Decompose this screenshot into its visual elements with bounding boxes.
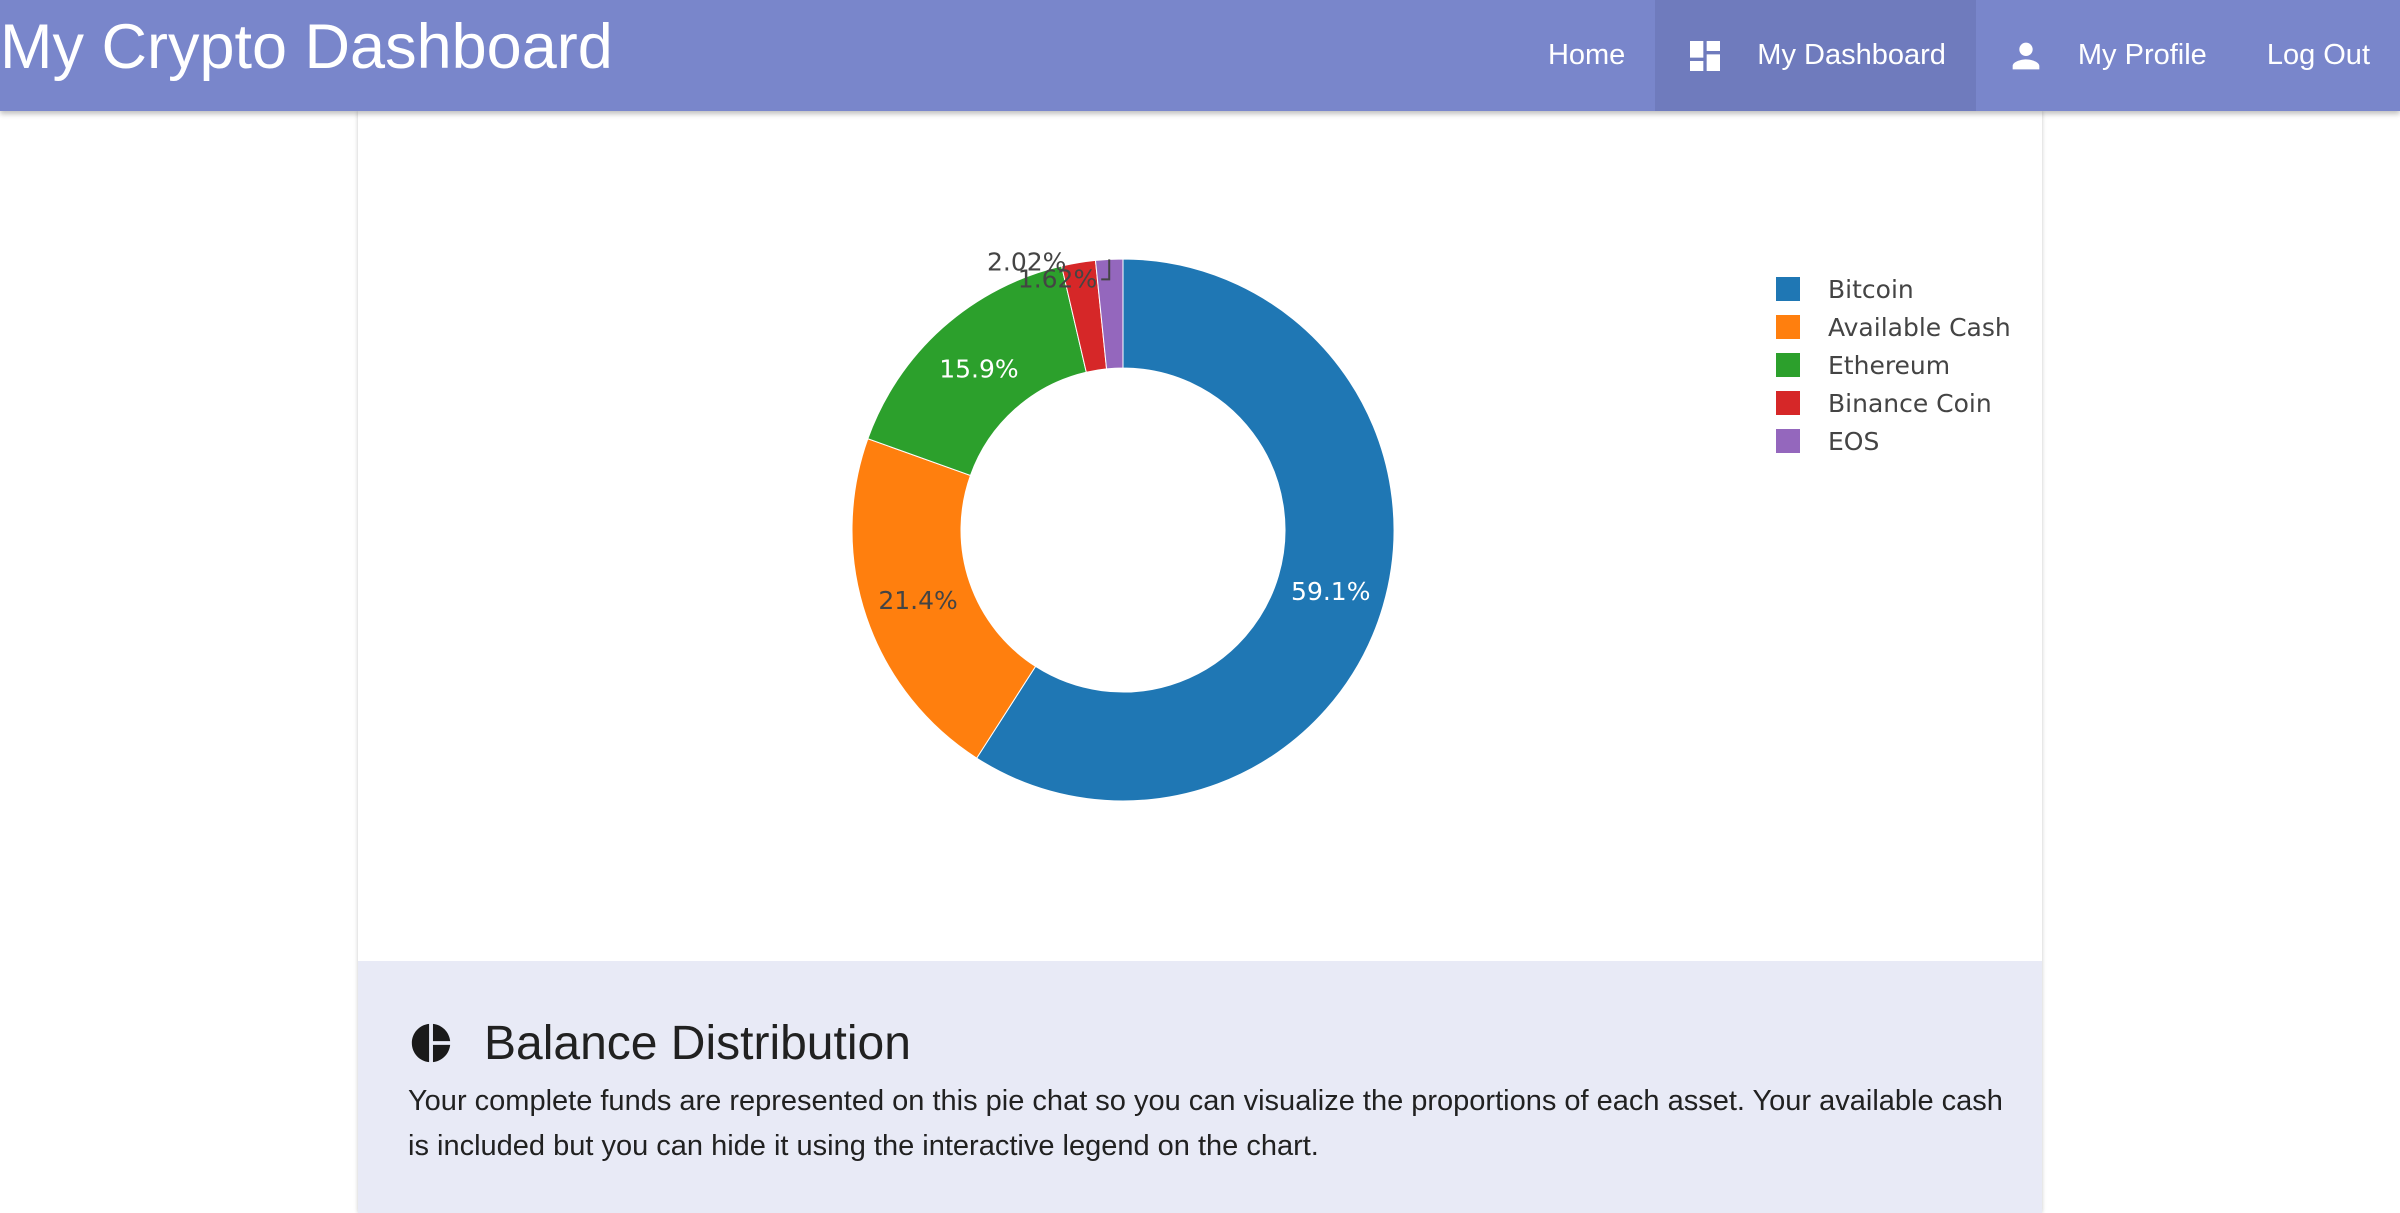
- legend-item-ethereum[interactable]: Ethereum: [1776, 351, 1950, 380]
- legend-item-bitcoin[interactable]: Bitcoin: [1776, 275, 1914, 304]
- pie-chart-icon: [408, 1020, 454, 1066]
- nav-my-dashboard-label: My Dashboard: [1757, 39, 1946, 71]
- info-title: Balance Distribution: [484, 1016, 911, 1070]
- nav-log-out-label: Log Out: [2266, 39, 2370, 71]
- balance-chart: 59.1% 21.4% 15.9% 2.02% 1.62% Bitcoin Availab…: [358, 111, 2042, 961]
- chart-slices: [851, 258, 1395, 802]
- nav-home[interactable]: Home: [1518, 0, 1655, 111]
- chart-legend: Bitcoin Available Cash Ethereum Binance Coi…: [1776, 275, 2011, 456]
- legend-item-binance-coin[interactable]: Binance Coin: [1776, 389, 1992, 418]
- legend-swatch-eos: [1776, 429, 1800, 453]
- nav-my-profile-label: My Profile: [2077, 39, 2207, 71]
- info-panel: Balance Distribution Your complete funds…: [358, 961, 2042, 1213]
- slice-label-bitcoin: 59.1%: [1291, 577, 1370, 606]
- donut-chart: 59.1%21.4%15.9%2.02%1.62% BitcoinAvailab…: [851, 248, 2011, 802]
- legend-label-binance-coin: Binance Coin: [1828, 389, 1992, 418]
- legend-item-eos[interactable]: EOS: [1776, 427, 1879, 456]
- info-description: Your complete funds are represented on t…: [408, 1085, 2003, 1162]
- legend-swatch-binance-coin: [1776, 391, 1800, 415]
- info-heading: Balance Distribution: [408, 1013, 911, 1073]
- nav-log-out[interactable]: Log Out: [2237, 0, 2400, 111]
- slice-label-available-cash: 21.4%: [878, 586, 957, 615]
- nav-home-label: Home: [1547, 39, 1626, 71]
- legend-item-available-cash[interactable]: Available Cash: [1776, 313, 2011, 342]
- slice-label-ethereum: 15.9%: [939, 354, 1018, 383]
- legend-swatch-available-cash: [1776, 315, 1800, 339]
- legend-swatch-bitcoin: [1776, 277, 1800, 301]
- legend-label-available-cash: Available Cash: [1828, 313, 2011, 342]
- nav-my-profile[interactable]: My Profile: [1976, 0, 2237, 111]
- legend-label-ethereum: Ethereum: [1828, 351, 1950, 380]
- slice-label-eos: 1.62%: [1018, 264, 1097, 293]
- legend-label-eos: EOS: [1828, 427, 1879, 456]
- person-icon: [2006, 36, 2046, 76]
- legend-label-bitcoin: Bitcoin: [1828, 275, 1914, 304]
- app-title[interactable]: My Crypto Dashboard: [0, 0, 613, 111]
- balance-card: 59.1% 21.4% 15.9% 2.02% 1.62% Bitcoin Availab…: [358, 111, 2042, 1213]
- nav-my-dashboard[interactable]: My Dashboard: [1655, 0, 1976, 111]
- app-header: My Crypto Dashboard Home My Dashboard My…: [0, 0, 2400, 111]
- main-nav: Home My Dashboard My Profile Log Out: [1518, 0, 2400, 111]
- legend-swatch-ethereum: [1776, 353, 1800, 377]
- dashboard-icon: [1685, 36, 1725, 76]
